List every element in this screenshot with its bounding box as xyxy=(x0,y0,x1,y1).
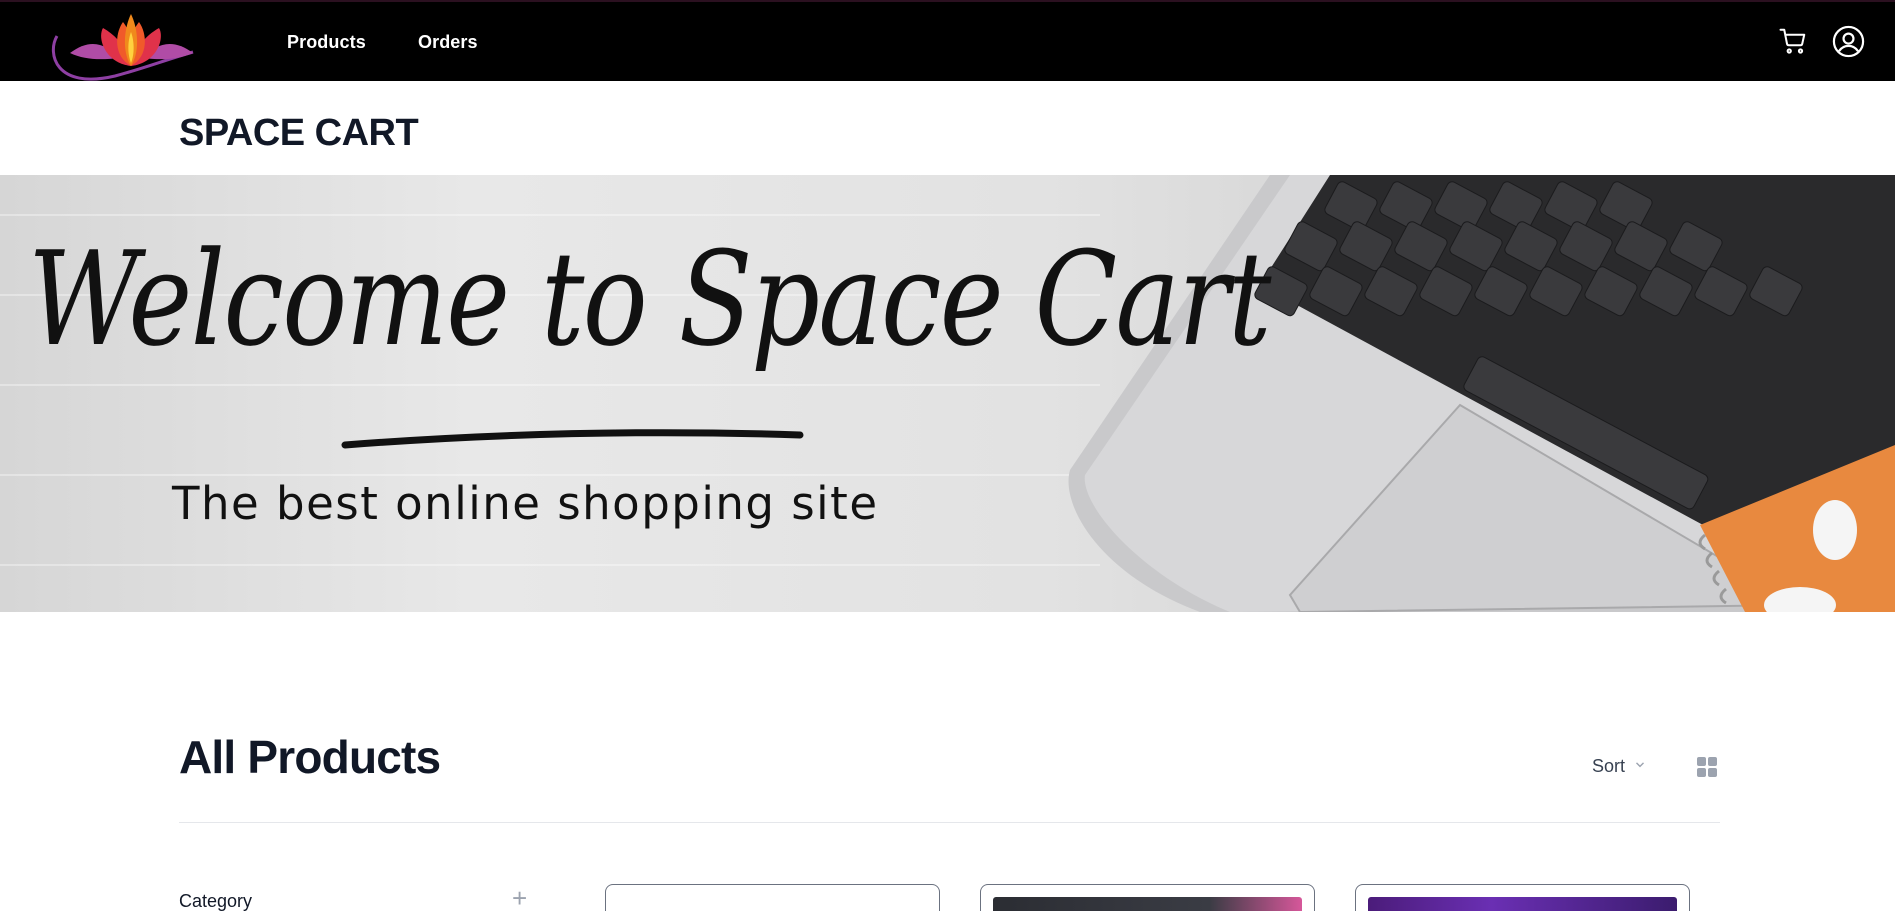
product-card[interactable] xyxy=(980,884,1315,911)
nav-products-link[interactable]: Products xyxy=(287,32,366,53)
plus-icon[interactable]: + xyxy=(512,885,527,911)
sort-dropdown[interactable]: Sort xyxy=(1592,756,1647,777)
cart-icon[interactable] xyxy=(1778,26,1808,61)
grid-view-icon[interactable] xyxy=(1697,757,1717,782)
all-products-title: All Products xyxy=(179,731,441,783)
brand-title: SPACE CART xyxy=(179,112,419,154)
sort-label: Sort xyxy=(1592,756,1626,776)
banner-headline: Welcome to Space Cart xyxy=(28,223,1271,375)
section-divider xyxy=(179,822,1720,823)
product-image xyxy=(1368,897,1677,911)
product-image xyxy=(993,897,1302,911)
banner-subtitle: The best online shopping site xyxy=(172,477,879,530)
top-navbar: Products Orders xyxy=(0,0,1895,81)
lotus-logo[interactable] xyxy=(45,8,195,88)
welcome-banner: Welcome to Space Cart The best online sh… xyxy=(0,175,1895,612)
nav-orders-link[interactable]: Orders xyxy=(418,32,478,53)
category-filter-label[interactable]: Category xyxy=(179,891,252,911)
product-card[interactable] xyxy=(605,884,940,911)
product-card[interactable] xyxy=(1355,884,1690,911)
user-account-icon[interactable] xyxy=(1831,24,1866,64)
chevron-down-icon xyxy=(1633,756,1647,777)
